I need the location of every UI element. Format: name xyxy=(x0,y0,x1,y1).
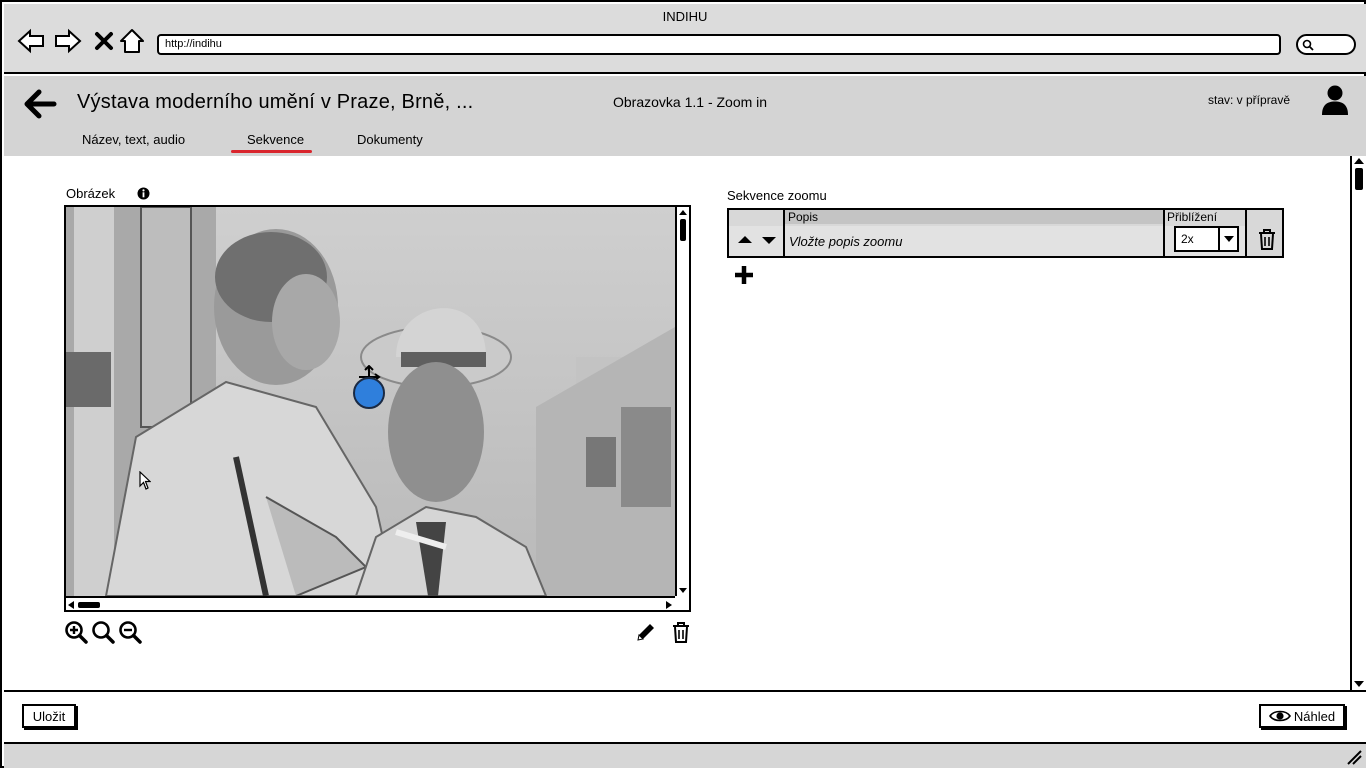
content-area: Obrázek Sekvence zoomu Popis Přiblížení … xyxy=(4,156,1366,690)
column-header-zoom: Přiblížení xyxy=(1167,210,1218,224)
status-bar xyxy=(4,742,1366,768)
zoom-fit-icon[interactable] xyxy=(91,620,115,644)
zoom-point-marker[interactable] xyxy=(353,377,385,409)
resize-grip-icon[interactable] xyxy=(1346,749,1362,765)
save-button[interactable]: Uložit xyxy=(22,704,76,728)
edit-icon[interactable] xyxy=(634,620,658,644)
table-header xyxy=(785,210,1163,224)
tab-documents[interactable]: Dokumenty xyxy=(357,132,423,147)
move-up-icon[interactable] xyxy=(738,236,752,243)
preview-button-label: Náhled xyxy=(1293,708,1336,724)
column-divider xyxy=(1163,210,1165,256)
screen-title: Obrazovka 1.1 - Zoom in xyxy=(613,94,768,110)
back-icon[interactable] xyxy=(16,26,46,56)
mouse-cursor-icon xyxy=(139,471,151,490)
sequence-label: Sekvence zoomu xyxy=(727,188,827,203)
column-header-description: Popis xyxy=(788,210,819,224)
chevron-down-icon[interactable] xyxy=(1218,228,1237,250)
save-button-label: Uložit xyxy=(32,708,66,724)
row-trash-icon[interactable] xyxy=(1256,227,1278,251)
back-arrow-icon[interactable] xyxy=(22,86,58,122)
active-tab-indicator xyxy=(231,150,312,153)
forward-icon[interactable] xyxy=(53,26,83,56)
zoom-level-select[interactable]: 2x xyxy=(1174,226,1239,252)
image-label: Obrázek xyxy=(66,186,116,201)
eye-icon xyxy=(1268,710,1291,722)
app-header: Výstava moderního umění v Praze, Brně, .… xyxy=(4,76,1366,156)
info-icon[interactable] xyxy=(137,187,150,200)
add-icon[interactable] xyxy=(733,264,755,286)
scrollbar-corner xyxy=(675,596,689,610)
page-vertical-scrollbar[interactable] xyxy=(1350,156,1366,690)
user-icon[interactable] xyxy=(1320,84,1350,116)
search-icon xyxy=(1302,39,1314,51)
tab-name-text-audio[interactable]: Název, text, audio xyxy=(82,132,185,147)
image-viewer[interactable] xyxy=(64,205,691,612)
browser-search-input[interactable] xyxy=(1296,34,1356,55)
preview-button[interactable]: Náhled xyxy=(1259,704,1345,728)
zoom-level-value: 2x xyxy=(1181,232,1194,246)
browser-toolbar: INDIHU http://indihu xyxy=(4,4,1366,74)
zoom-in-icon[interactable] xyxy=(64,620,88,644)
move-down-icon[interactable] xyxy=(762,237,776,244)
zoom-description-input[interactable]: Vložte popis zoomu xyxy=(789,234,902,249)
zoom-out-icon[interactable] xyxy=(118,620,142,644)
url-input[interactable]: http://indihu xyxy=(157,34,1281,55)
browser-window: INDIHU http://indihu Výstava moderního u… xyxy=(0,0,1366,768)
image-vertical-scrollbar[interactable] xyxy=(675,207,689,596)
column-divider xyxy=(1245,210,1247,256)
column-divider xyxy=(783,210,785,256)
window-title: INDIHU xyxy=(662,9,708,24)
home-icon[interactable] xyxy=(117,26,147,56)
image-horizontal-scrollbar[interactable] xyxy=(66,596,675,610)
close-icon[interactable] xyxy=(89,26,119,56)
trash-icon[interactable] xyxy=(669,620,693,644)
footer-bar: Uložit Náhled xyxy=(4,690,1366,742)
status-text: stav: v přípravě xyxy=(1208,93,1291,107)
sequence-table: Popis Přiblížení Vložte popis zoomu 2x xyxy=(727,208,1284,258)
tab-sequence[interactable]: Sekvence xyxy=(247,132,304,147)
exhibition-title: Výstava moderního umění v Praze, Brně, .… xyxy=(77,91,474,113)
